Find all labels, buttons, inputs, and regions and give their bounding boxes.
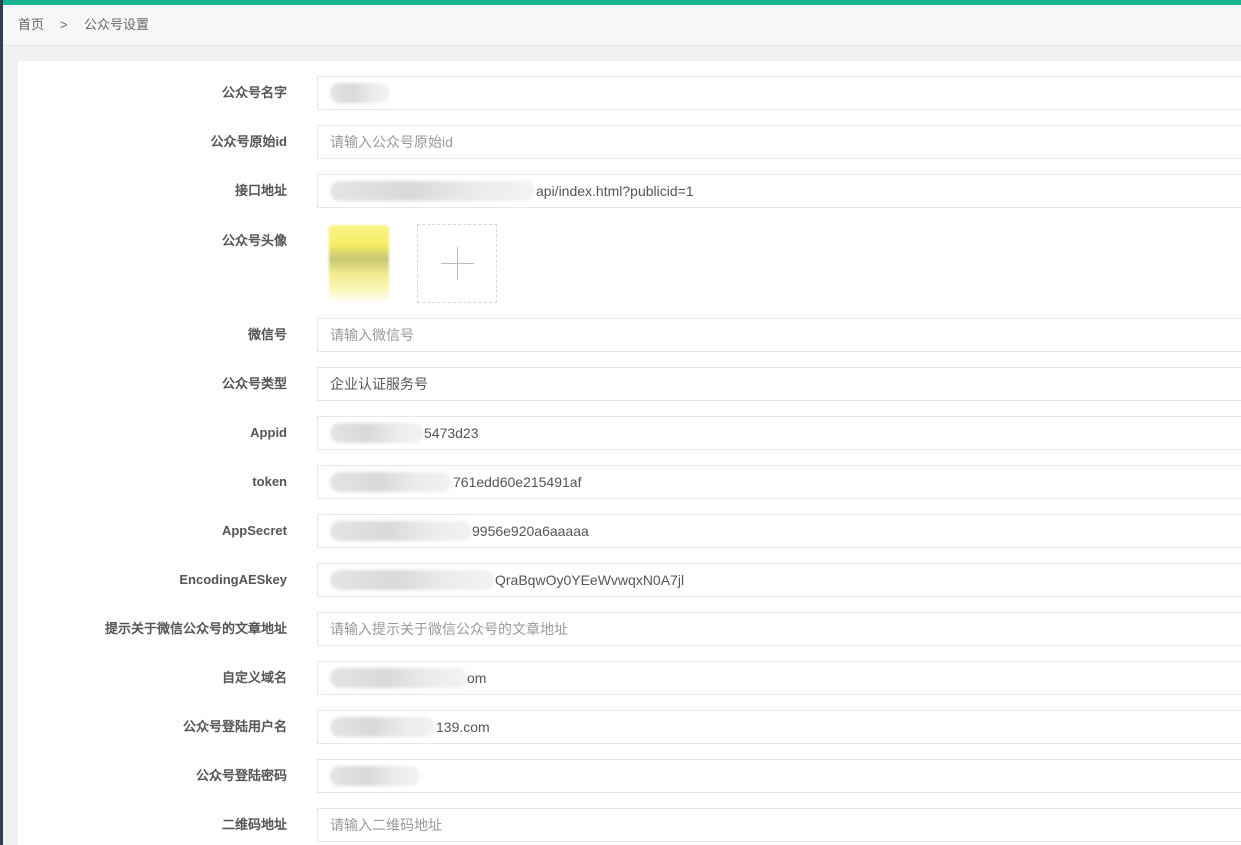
login-password-label: 公众号登陆密码 bbox=[195, 768, 287, 783]
login-user-label: 公众号登陆用户名 bbox=[182, 719, 287, 734]
form-row-token: token 761edd60e215491af bbox=[18, 465, 1241, 499]
qrcode-url-label: 二维码地址 bbox=[221, 817, 287, 832]
guide-url-label: 提示关于微信公众号的文章地址 bbox=[104, 621, 287, 636]
form-row-original-id: 公众号原始id bbox=[18, 125, 1241, 159]
app-secret-field[interactable]: 9956e920a6aaaaa bbox=[317, 514, 1241, 548]
login-password-field[interactable] bbox=[317, 759, 1241, 793]
redacted-value bbox=[330, 472, 452, 492]
form-row-account-type: 公众号类型 企业认证服务号 bbox=[18, 367, 1241, 401]
login-user-value: 139.com bbox=[436, 719, 490, 735]
account-type-field[interactable]: 企业认证服务号 bbox=[317, 367, 1241, 401]
original-id-label: 公众号原始id bbox=[210, 134, 287, 149]
api-url-label: 接口地址 bbox=[234, 183, 287, 198]
redacted-value bbox=[330, 766, 420, 786]
appid-label: Appid bbox=[250, 425, 287, 440]
redacted-value bbox=[330, 521, 472, 541]
token-label: token bbox=[252, 474, 287, 489]
form-row-domain: 自定义域名 om bbox=[18, 661, 1241, 695]
appid-field[interactable]: 5473d23 bbox=[317, 416, 1241, 450]
login-user-field[interactable]: 139.com bbox=[317, 710, 1241, 744]
form-row-name: 公众号名字 bbox=[18, 76, 1241, 110]
form-row-appid: Appid 5473d23 bbox=[18, 416, 1241, 450]
redacted-value bbox=[330, 717, 436, 737]
domain-label: 自定义域名 bbox=[221, 670, 287, 685]
guide-url-field[interactable] bbox=[317, 612, 1241, 646]
settings-form-panel: 公众号名字 公众号原始id 接口地址 api/index.html?public… bbox=[18, 61, 1241, 845]
redacted-value bbox=[330, 423, 424, 443]
form-row-encoding-aes-key: EncodingAESkey QraBqwOy0YEeWvwqxN0A7jl bbox=[18, 563, 1241, 597]
api-url-field[interactable]: api/index.html?publicid=1 bbox=[317, 174, 1241, 208]
breadcrumb-home-link[interactable]: 首页 bbox=[18, 5, 44, 45]
breadcrumb-separator: > bbox=[60, 17, 68, 32]
breadcrumb: 首页 > 公众号设置 bbox=[3, 5, 1241, 46]
app-secret-label: AppSecret bbox=[221, 523, 287, 538]
redacted-value bbox=[330, 181, 535, 201]
qrcode-url-input[interactable] bbox=[318, 809, 1241, 841]
name-field[interactable] bbox=[317, 76, 1241, 110]
domain-field[interactable]: om bbox=[317, 661, 1241, 695]
redacted-value bbox=[330, 83, 390, 103]
breadcrumb-current: 公众号设置 bbox=[84, 17, 150, 32]
form-row-qrcode-url: 二维码地址 bbox=[18, 808, 1241, 842]
encoding-aes-key-label: EncodingAESkey bbox=[179, 572, 287, 587]
encoding-aes-key-value: QraBqwOy0YEeWvwqxN0A7jl bbox=[495, 572, 685, 588]
original-id-field[interactable] bbox=[317, 125, 1241, 159]
guide-url-input[interactable] bbox=[318, 613, 1241, 645]
token-field[interactable]: 761edd60e215491af bbox=[317, 465, 1241, 499]
form-row-wechat-id: 微信号 bbox=[18, 318, 1241, 352]
wechat-id-field[interactable] bbox=[317, 318, 1241, 352]
form-row-avatar: 公众号头像 bbox=[18, 224, 1241, 304]
appid-value: 5473d23 bbox=[424, 425, 479, 441]
account-type-label: 公众号类型 bbox=[221, 376, 287, 391]
sidebar-edge bbox=[0, 0, 3, 845]
form-row-app-secret: AppSecret 9956e920a6aaaaa bbox=[18, 514, 1241, 548]
avatar-image[interactable] bbox=[329, 225, 389, 301]
form-row-guide-url: 提示关于微信公众号的文章地址 bbox=[18, 612, 1241, 646]
token-value: 761edd60e215491af bbox=[453, 474, 582, 490]
form-row-login-password: 公众号登陆密码 bbox=[18, 759, 1241, 793]
app-secret-value: 9956e920a6aaaaa bbox=[472, 523, 589, 539]
name-label: 公众号名字 bbox=[221, 85, 287, 100]
avatar-label: 公众号头像 bbox=[221, 233, 287, 248]
redacted-value bbox=[330, 570, 495, 590]
form-row-api-url: 接口地址 api/index.html?publicid=1 bbox=[18, 174, 1241, 208]
wechat-id-label: 微信号 bbox=[247, 327, 287, 342]
wechat-id-input[interactable] bbox=[318, 319, 1241, 351]
original-id-input[interactable] bbox=[318, 126, 1241, 158]
domain-value: om bbox=[467, 670, 487, 686]
avatar-upload-button[interactable] bbox=[417, 224, 497, 303]
redacted-value bbox=[330, 668, 468, 688]
account-type-value: 企业认证服务号 bbox=[330, 376, 428, 392]
encoding-aes-key-field[interactable]: QraBqwOy0YEeWvwqxN0A7jl bbox=[317, 563, 1241, 597]
qrcode-url-field[interactable] bbox=[317, 808, 1241, 842]
api-url-value: api/index.html?publicid=1 bbox=[536, 183, 694, 199]
form-row-login-user: 公众号登陆用户名 139.com bbox=[18, 710, 1241, 744]
